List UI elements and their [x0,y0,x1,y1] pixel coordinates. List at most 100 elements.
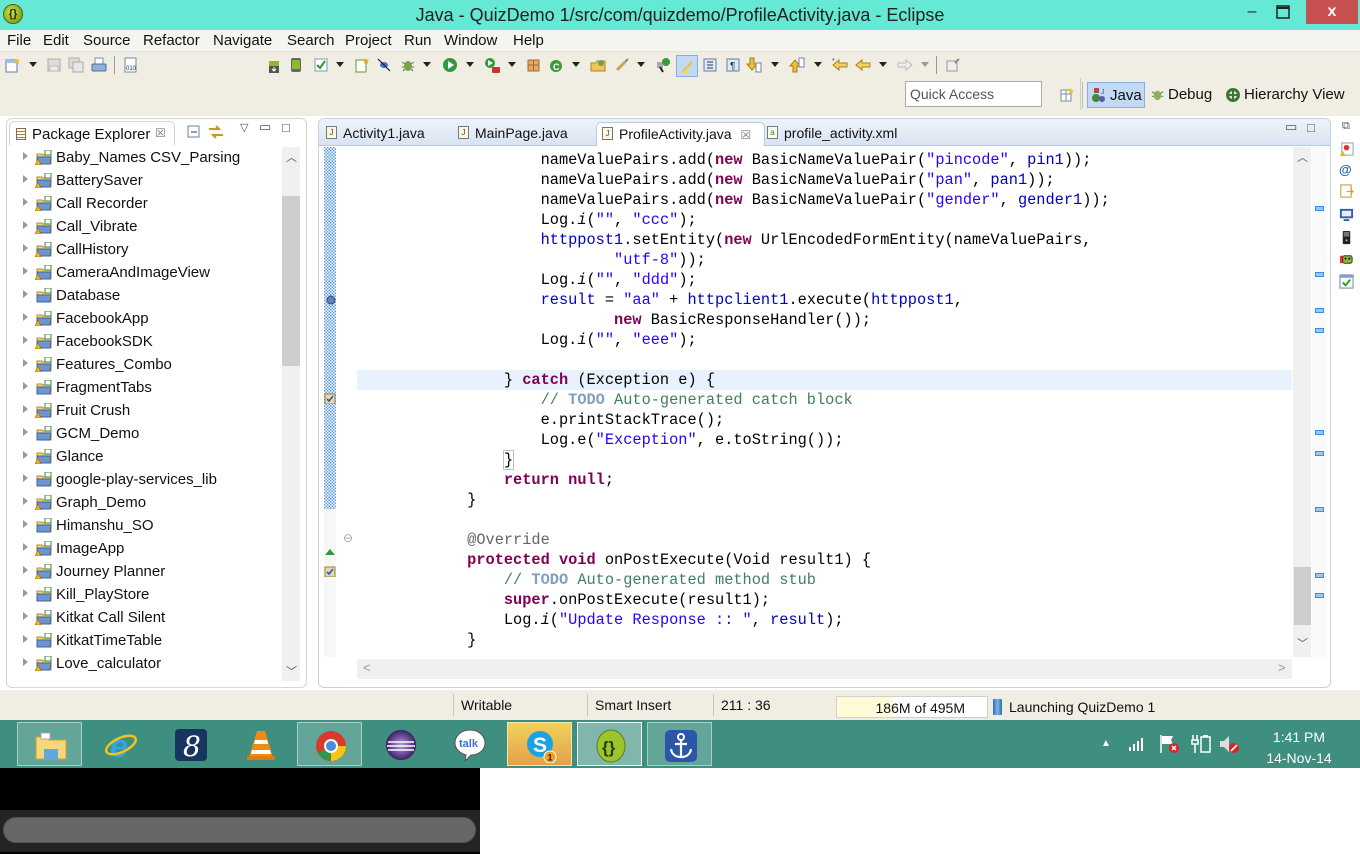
previous-annotation-icon[interactable] [789,57,805,73]
expand-arrow-icon[interactable] [23,405,28,413]
taskbar-app-8[interactable]: 8 [158,722,223,766]
expand-arrow-icon[interactable] [23,382,28,390]
maximize-view-icon[interactable]: □ [282,120,290,135]
code-line[interactable]: "utf-8")); [357,250,1292,270]
perspective-debug[interactable]: Debug [1148,82,1212,108]
menu-file[interactable]: File [7,32,31,49]
overview-annotation-marker[interactable] [1315,205,1324,211]
view-menu-icon[interactable]: ▽ [240,121,248,134]
code-line[interactable]: super.onPostExecute(result1); [357,590,1292,610]
debug-icon[interactable] [400,57,416,73]
close-icon[interactable]: ☒ [155,126,166,140]
expand-arrow-icon[interactable] [23,198,28,206]
close-button[interactable]: x [1306,0,1358,24]
taskbar-chrome[interactable] [297,722,362,766]
power-battery-icon[interactable] [1190,734,1212,754]
editor-vertical-scrollbar[interactable]: ︿ ﹀ [1293,147,1311,657]
scroll-left-icon[interactable]: < [363,660,371,675]
expand-arrow-icon[interactable] [23,221,28,229]
tab-mainpage[interactable]: J MainPage.java [453,122,593,146]
save-icon[interactable] [46,57,62,73]
code-line[interactable]: return null; [357,470,1292,490]
task-marker-icon[interactable] [324,565,336,577]
minimize-editor-icon[interactable]: ▭ [1285,119,1297,135]
logcat-icon[interactable] [1339,252,1354,267]
project-tree-item[interactable]: Journey Planner [7,561,281,584]
collapse-all-icon[interactable] [187,125,201,139]
next-annotation-dropdown[interactable] [771,62,779,67]
expand-arrow-icon[interactable] [23,290,28,298]
project-tree-item[interactable]: CameraAndImageView [7,262,281,285]
open-perspective-icon[interactable] [1060,88,1074,102]
back-icon[interactable] [855,57,871,73]
code-line[interactable]: new BasicResponseHandler()); [357,310,1292,330]
perspective-java[interactable]: J Java [1087,82,1145,108]
last-edit-location-icon[interactable]: * [832,57,848,73]
tab-profileactivity[interactable]: J ProfileActivity.java ☒ [596,122,765,146]
project-tree-item[interactable]: Glance [7,446,281,469]
code-line[interactable] [357,510,1292,530]
breakpoint-marker-icon[interactable] [325,294,337,306]
seek-bar[interactable] [3,817,476,843]
overview-annotation-marker[interactable] [1315,430,1324,436]
external-tools-icon[interactable] [484,57,500,73]
volume-muted-icon[interactable] [1218,734,1242,754]
emulator-control-icon[interactable] [1339,230,1354,245]
scroll-up-icon[interactable]: ︿ [286,149,297,165]
tab-profile-activity-xml[interactable]: a profile_activity.xml [762,122,932,146]
scroll-up-icon[interactable]: ︿ [1297,149,1308,165]
forward-icon[interactable] [897,57,913,73]
code-line[interactable] [357,350,1292,370]
overview-annotation-marker[interactable] [1315,271,1324,277]
overview-ruler[interactable] [1312,147,1327,657]
pin-editor-icon[interactable] [945,57,961,73]
scroll-down-icon[interactable]: ﹀ [1297,635,1308,651]
overview-annotation-marker[interactable] [1315,593,1324,599]
new-android-project-icon[interactable] [354,57,370,73]
code-line[interactable]: Log.i("Update Response :: ", result); [357,610,1292,630]
menu-refactor[interactable]: Refactor [143,32,200,49]
new-java-class-icon[interactable]: C [549,57,565,73]
external-tools-dropdown[interactable] [508,62,516,67]
code-line[interactable]: Log.i("", "ccc"); [357,210,1292,230]
android-avd-manager-icon[interactable] [288,57,304,73]
editor-horizontal-scrollbar[interactable]: < > [357,659,1292,679]
taskbar-eclipse[interactable] [368,722,433,766]
project-tree-item[interactable]: Graph_Demo [7,492,281,515]
expand-arrow-icon[interactable] [23,543,28,551]
expand-arrow-icon[interactable] [23,612,28,620]
overview-annotation-marker[interactable] [1315,506,1324,512]
code-line[interactable]: nameValuePairs.add(new BasicNameValuePai… [357,150,1292,170]
debug-dropdown[interactable] [423,62,431,67]
project-tree-item[interactable]: Kill_PlayStore [7,584,281,607]
save-all-icon[interactable] [68,57,84,73]
previous-annotation-dropdown[interactable] [814,62,822,67]
new-class-dropdown[interactable] [572,62,580,67]
heap-status[interactable]: 186M of 495M [836,696,1002,718]
menu-window[interactable]: Window [444,32,497,49]
task-marker-icon[interactable] [324,392,336,404]
code-line[interactable]: Log.e("Exception", e.toString()); [357,430,1292,450]
search-icon[interactable] [614,57,630,73]
menu-project[interactable]: Project [345,32,392,49]
skip-breakpoints-icon[interactable] [376,57,392,73]
quick-access-input[interactable]: Quick Access [905,81,1042,107]
package-explorer-tab[interactable]: Package Explorer ☒ [9,121,175,145]
android-lint-icon[interactable] [313,57,329,73]
search-dropdown[interactable] [637,62,645,67]
project-tree-item[interactable]: Features_Combo [7,354,281,377]
system-clock[interactable]: 1:41 PM 14-Nov-14 [1254,727,1344,768]
project-tree-item[interactable]: KitkatTimeTable [7,630,281,653]
expand-arrow-icon[interactable] [23,635,28,643]
expand-arrow-icon[interactable] [23,267,28,275]
code-line[interactable]: e.printStackTrace(); [357,410,1292,430]
menu-run[interactable]: Run [404,32,432,49]
menu-navigate[interactable]: Navigate [213,32,272,49]
expand-arrow-icon[interactable] [23,658,28,666]
expand-arrow-icon[interactable] [23,589,28,597]
project-tree-item[interactable]: Kitkat Call Silent [7,607,281,630]
taskbar-internet-explorer[interactable]: e [88,722,153,766]
new-icon[interactable] [5,57,21,73]
taskbar-skype[interactable]: S1 [507,722,572,766]
code-line[interactable]: protected void onPostExecute(Void result… [357,550,1292,570]
